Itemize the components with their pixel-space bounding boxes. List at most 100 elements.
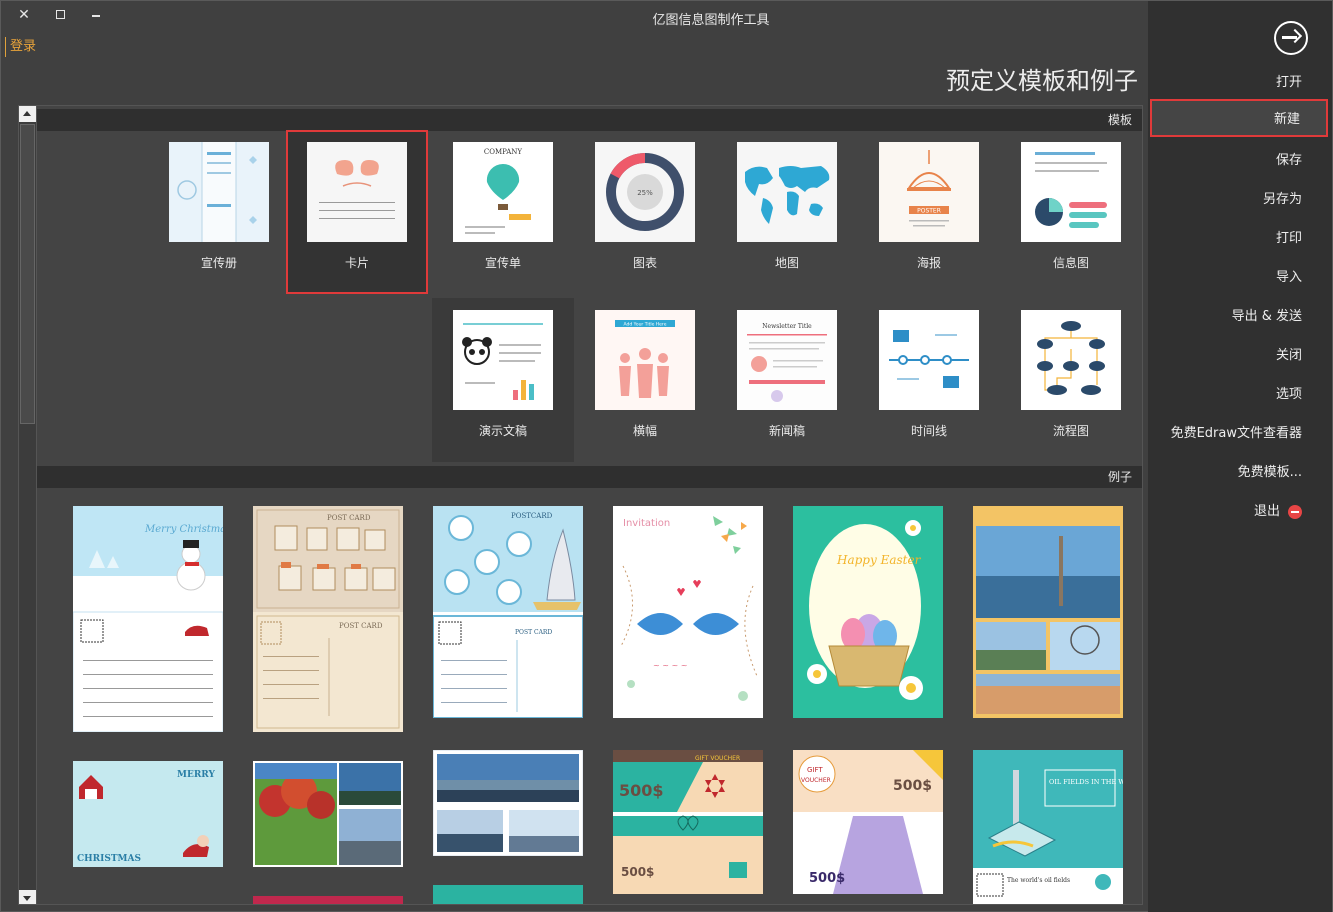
exit-icon <box>1288 504 1302 519</box>
flyer-thumbnail: COMPANY <box>453 142 553 242</box>
template-label: 地图 <box>774 256 799 270</box>
chart-thumbnail: 25% <box>595 142 695 242</box>
example-travel-back-text: POST CARD <box>515 629 552 636</box>
examples-section-header: 例子 <box>37 466 1142 488</box>
example-postcard-back-text: POST CARD <box>339 622 383 630</box>
menu-item-free-templates[interactable]: 免费模板... <box>1148 454 1332 492</box>
template-label: 图表 <box>632 256 657 270</box>
scroll-up-button[interactable] <box>19 106 36 122</box>
example-price-text-4: 500$ <box>809 871 845 886</box>
map-thumbnail <box>737 142 837 242</box>
minimize-icon[interactable] <box>85 5 107 25</box>
menu-item-print[interactable]: 打印 <box>1148 220 1332 258</box>
example-price-text: 500$ <box>619 781 664 800</box>
menu-item-new[interactable]: 新建 <box>1150 99 1328 137</box>
window-title: 亿图信息图制作工具 <box>652 13 770 28</box>
templates-section-header: 模板 <box>37 109 1142 131</box>
template-poster[interactable]: POSTER 海报 <box>858 130 1000 294</box>
example-oil-subtitle-text: The world's oil fields <box>1007 877 1070 884</box>
template-map[interactable]: 地图 <box>716 130 858 294</box>
example-christmas-text: Merry Christmas <box>144 524 223 535</box>
template-label: 横幅 <box>632 424 657 438</box>
example-travel-postcard[interactable]: POSTCARD POST CARD <box>433 506 583 718</box>
banner-title-text: Add Your Title Here <box>624 322 667 328</box>
newsletter-thumbnail: Newsletter Title <box>737 310 837 410</box>
example-gift-text: GIFT <box>807 766 823 774</box>
menu-item-close[interactable]: 关闭 <box>1148 337 1332 375</box>
template-label: 演示文稿 <box>478 424 527 438</box>
example-postcard-text: POST CARD <box>327 514 371 522</box>
template-label: 时间线 <box>910 424 947 438</box>
template-newsletter[interactable]: Newsletter Title 新闻稿 <box>716 298 858 462</box>
infographic-thumbnail <box>1021 142 1121 242</box>
example-house-postcard[interactable]: POST CARD POST CARD <box>253 506 403 732</box>
template-card[interactable]: 卡片 <box>286 130 428 294</box>
example-easter-card[interactable]: Happy Easter <box>793 506 943 718</box>
example-merry-text: MERRY <box>177 770 216 780</box>
example-price-text-3: 500$ <box>893 778 932 794</box>
example-partial-2[interactable] <box>253 896 403 904</box>
template-label: 宣传单 <box>484 256 521 270</box>
example-voucher-text: GIFT VOUCHER <box>695 755 740 762</box>
banner-thumbnail: Add Your Title Here <box>595 310 695 410</box>
example-autumn-postcard[interactable] <box>253 761 403 867</box>
template-flyer[interactable]: COMPANY 宣传单 <box>432 130 574 294</box>
example-gift-voucher-1[interactable]: GIFT VOUCHER 500$ 500$ <box>613 750 763 894</box>
example-easter-text: Happy Easter <box>836 553 922 567</box>
template-banner[interactable]: Add Your Title Here 横幅 <box>574 298 716 462</box>
template-label: 信息图 <box>1052 256 1089 270</box>
menu-item-import[interactable]: 导入 <box>1148 259 1332 297</box>
timeline-thumbnail <box>879 310 979 410</box>
example-invitation-text: Invitation <box>623 518 670 529</box>
maximize-icon[interactable] <box>49 5 71 25</box>
poster-text: POSTER <box>917 208 941 215</box>
menu-item-export-send[interactable]: 导出 & 发送 <box>1148 298 1332 336</box>
template-presentation[interactable]: 演示文稿 <box>432 298 574 462</box>
scroll-down-button[interactable] <box>19 890 36 904</box>
example-voucher-word-text: VOUCHER <box>801 777 831 784</box>
poster-thumbnail: POSTER <box>879 142 979 242</box>
template-label: 新闻稿 <box>768 424 805 438</box>
template-label: 宣传册 <box>200 256 237 270</box>
close-icon[interactable]: ✕ <box>13 5 35 25</box>
example-christmas-word-text: CHRISTMAS <box>77 854 141 864</box>
example-gift-voucher-2[interactable]: GIFT VOUCHER 500$ 500$ <box>793 750 943 894</box>
arrow-right-circle-icon[interactable] <box>1274 21 1308 55</box>
template-infographic[interactable]: 信息图 <box>1000 130 1142 294</box>
login-link[interactable]: 登录 <box>5 37 36 57</box>
brochure-thumbnail <box>169 142 269 242</box>
chart-percent-text: 25% <box>637 189 653 197</box>
template-brochure[interactable]: 宣传册 <box>148 130 290 294</box>
newsletter-title-text: Newsletter Title <box>762 323 812 330</box>
template-flowchart[interactable]: 流程图 <box>1000 298 1142 462</box>
template-label: 海报 <box>916 256 941 270</box>
menu-item-save[interactable]: 保存 <box>1148 142 1332 180</box>
template-label: 流程图 <box>1052 424 1089 438</box>
example-partial-3[interactable] <box>433 885 583 904</box>
page-title: 预定义模板和例子 <box>946 67 1138 95</box>
example-invitation[interactable]: Invitation ~ ~ ~ ~ <box>613 506 763 718</box>
example-merry-christmas-postcard[interactable]: MERRY CHRISTMAS <box>73 761 223 867</box>
scroll-thumb[interactable] <box>20 124 35 424</box>
presentation-thumbnail <box>453 310 553 410</box>
example-lake-postcard[interactable] <box>433 750 583 856</box>
file-menu: 打开 新建 保存 另存为 打印 导入 导出 & 发送 关闭 选项 免费Edraw… <box>1148 1 1332 912</box>
menu-item-open[interactable]: 打开 <box>1148 64 1332 102</box>
menu-item-free-viewer[interactable]: 免费Edraw文件查看器 <box>1148 415 1332 453</box>
card-thumbnail <box>307 142 407 242</box>
svg-text:~ ~ ~ ~: ~ ~ ~ ~ <box>653 661 687 670</box>
template-chart[interactable]: 25% 图表 <box>574 130 716 294</box>
vertical-scrollbar[interactable] <box>19 106 37 904</box>
example-travel-collage[interactable] <box>973 506 1123 718</box>
example-travel-postcard-text: POSTCARD <box>511 512 553 520</box>
menu-item-options[interactable]: 选项 <box>1148 376 1332 414</box>
example-christmas-card[interactable]: Merry Christmas <box>73 506 223 732</box>
example-oil-fields-infographic[interactable]: OIL FIELDS IN THE WORLD The world's oil … <box>973 750 1123 904</box>
menu-item-exit[interactable]: 退出 <box>1148 493 1332 531</box>
template-gallery: 模板 宣传册 卡片 COMPANY 宣传单 25% 图表 地图 POSTER 海… <box>18 105 1143 905</box>
template-timeline[interactable]: 时间线 <box>858 298 1000 462</box>
menu-item-save-as[interactable]: 另存为 <box>1148 181 1332 219</box>
template-label: 卡片 <box>344 256 369 270</box>
app-window: ✕ 亿图信息图制作工具 登录 预定义模板和例子 打开 新建 保存 另存为 打印 … <box>0 0 1333 912</box>
example-oil-title-text: OIL FIELDS IN THE WORLD <box>1049 778 1123 786</box>
